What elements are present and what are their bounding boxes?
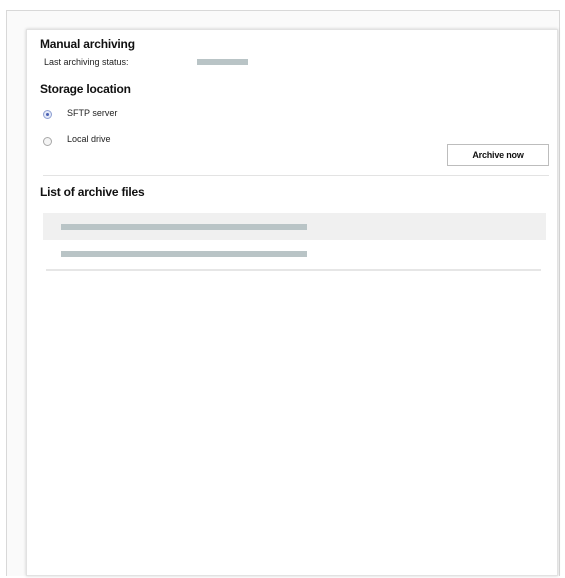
storage-location-title: Storage location bbox=[40, 82, 131, 96]
archive-file-row[interactable] bbox=[43, 213, 546, 240]
last-archiving-status-value-placeholder bbox=[197, 59, 248, 65]
manual-archiving-title: Manual archiving bbox=[40, 37, 135, 51]
local-drive-label[interactable]: Local drive bbox=[67, 134, 111, 144]
archive-files-title: List of archive files bbox=[40, 185, 145, 199]
list-bottom-divider bbox=[46, 269, 541, 271]
archive-now-button[interactable]: Archive now bbox=[447, 144, 549, 166]
archive-file-name-placeholder bbox=[61, 251, 307, 257]
archive-file-row[interactable] bbox=[43, 240, 546, 267]
local-drive-radio[interactable] bbox=[43, 137, 52, 146]
sftp-server-radio[interactable] bbox=[43, 110, 52, 119]
section-divider bbox=[43, 175, 549, 176]
archive-file-name-placeholder bbox=[61, 224, 307, 230]
sftp-server-label[interactable]: SFTP server bbox=[67, 108, 117, 118]
last-archiving-status-label: Last archiving status: bbox=[44, 57, 129, 67]
